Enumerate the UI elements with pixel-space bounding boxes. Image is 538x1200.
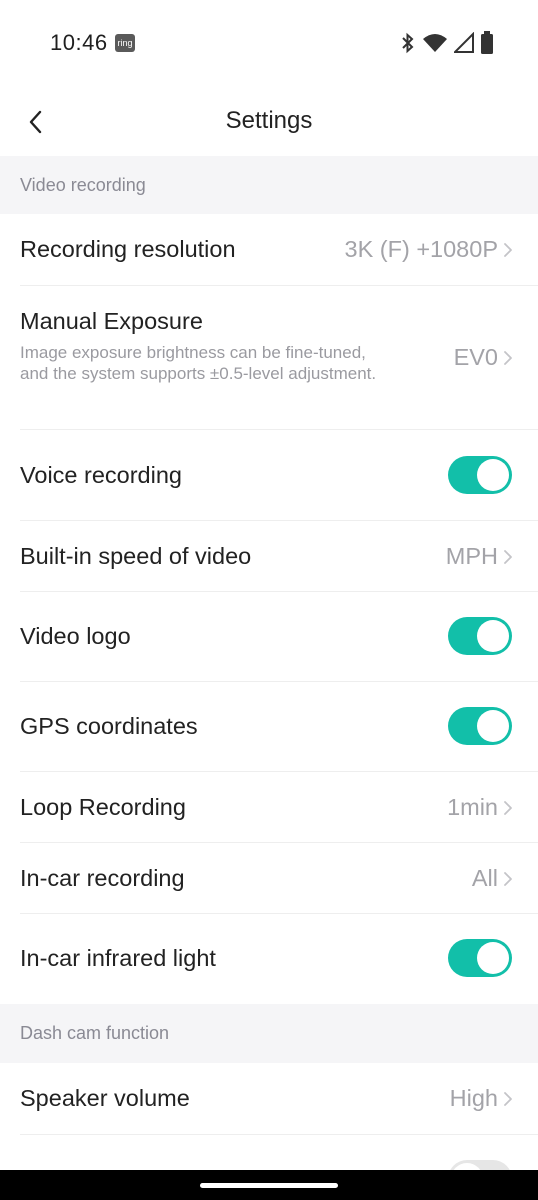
recording-resolution-label: Recording resolution	[20, 236, 236, 262]
chevron-right-icon	[504, 872, 512, 886]
chevron-right-icon	[504, 1092, 512, 1106]
section-header-dash-cam-function: Dash cam function	[0, 1004, 538, 1063]
in-car-infrared-row: In-car infrared light	[0, 914, 538, 1004]
in-car-recording-label: In-car recording	[20, 865, 185, 891]
bluetooth-icon	[402, 32, 414, 54]
chevron-right-icon	[504, 351, 512, 365]
battery-icon	[481, 31, 493, 54]
chevron-right-icon	[504, 801, 512, 815]
voice-recording-toggle[interactable]	[448, 456, 512, 494]
loop-recording-label: Loop Recording	[20, 794, 186, 820]
toggle-knob	[477, 620, 509, 652]
manual-exposure-value: EV0	[453, 344, 498, 370]
toggle-knob	[477, 710, 509, 742]
chevron-right-icon	[504, 550, 512, 564]
video-logo-toggle[interactable]	[448, 617, 512, 655]
manual-exposure-description: Image exposure brightness can be fine-tu…	[20, 343, 377, 383]
speaker-volume-row[interactable]: Speaker volume High	[0, 1063, 538, 1135]
app-header: Settings	[0, 88, 538, 156]
voice-recording-row: Voice recording	[0, 430, 538, 521]
speaker-volume-value: High	[449, 1085, 498, 1111]
next-setting-toggle[interactable]	[448, 1160, 512, 1170]
manual-exposure-label: Manual Exposure	[20, 308, 203, 334]
status-bar: 10:46 ring	[0, 0, 538, 88]
section-header-video-recording: Video recording	[0, 156, 538, 214]
chevron-right-icon	[504, 243, 512, 257]
status-time: 10:46	[50, 30, 108, 55]
builtin-speed-value: MPH	[445, 543, 498, 569]
in-car-recording-value: All	[471, 865, 498, 891]
gps-coordinates-toggle[interactable]	[448, 707, 512, 745]
speaker-volume-label: Speaker volume	[20, 1085, 190, 1111]
recording-resolution-value: 3K (F) +1080P	[344, 236, 498, 262]
ring-notification-icon: ring	[115, 34, 135, 52]
builtin-speed-row[interactable]: Built-in speed of video MPH	[0, 521, 538, 592]
loop-recording-row[interactable]: Loop Recording 1min	[0, 772, 538, 843]
builtin-speed-label: Built-in speed of video	[20, 543, 252, 569]
gps-coordinates-label: GPS coordinates	[20, 713, 198, 739]
manual-exposure-row[interactable]: Manual Exposure Image exposure brightnes…	[0, 286, 538, 430]
in-car-recording-row[interactable]: In-car recording All	[0, 843, 538, 914]
loop-recording-value: 1min	[447, 794, 498, 820]
status-icons	[400, 30, 494, 56]
in-car-infrared-label: In-car infrared light	[20, 945, 216, 971]
toggle-knob	[451, 1163, 483, 1170]
home-gesture-handle[interactable]	[200, 1183, 338, 1188]
wifi-icon	[423, 34, 447, 52]
gps-coordinates-row: GPS coordinates	[0, 682, 538, 772]
cell-signal-icon	[454, 32, 474, 53]
page-title: Settings	[225, 107, 313, 134]
video-logo-row: Video logo	[0, 592, 538, 682]
video-logo-label: Video logo	[20, 623, 131, 649]
next-setting-row	[0, 1135, 538, 1170]
system-navigation-bar	[0, 1170, 538, 1200]
voice-recording-label: Voice recording	[20, 462, 182, 488]
recording-resolution-row[interactable]: Recording resolution 3K (F) +1080P	[0, 214, 538, 286]
toggle-knob	[477, 459, 509, 491]
toggle-knob	[477, 942, 509, 974]
in-car-infrared-toggle[interactable]	[448, 939, 512, 977]
